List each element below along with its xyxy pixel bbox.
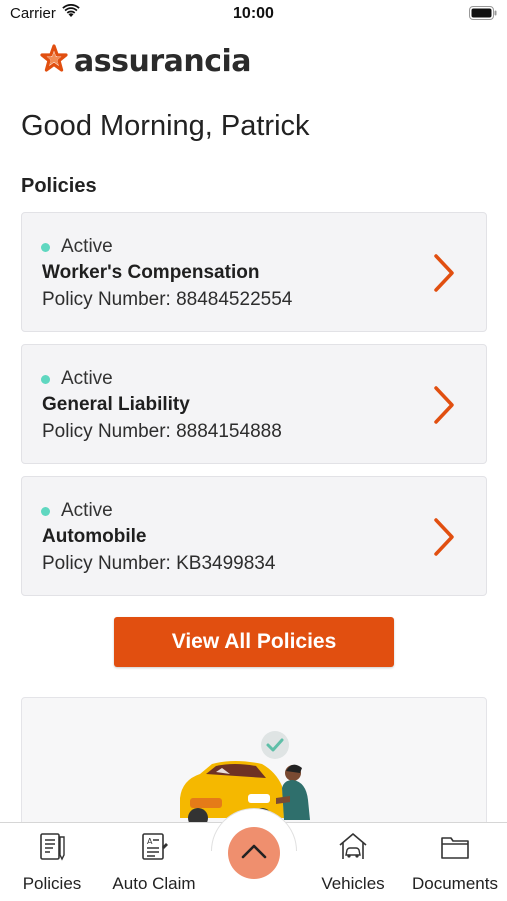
- active-status-dot-icon: [41, 242, 50, 252]
- tab-policies[interactable]: Policies: [18, 831, 86, 894]
- chevron-right-icon[interactable]: [432, 385, 456, 430]
- svg-text:A: A: [147, 837, 153, 846]
- tab-documents-label: Documents: [412, 874, 498, 893]
- policy-number: Policy Number: KB3499834: [42, 553, 276, 574]
- policy-status: Active: [41, 500, 113, 522]
- greeting-heading: Good Morning, Patrick: [21, 110, 310, 142]
- tab-policies-label: Policies: [22, 874, 82, 893]
- policies-section-title: Policies: [21, 175, 97, 197]
- status-bar: Carrier 10:00: [0, 0, 507, 30]
- expand-menu-button[interactable]: [228, 827, 280, 879]
- policy-name: Automobile: [42, 526, 147, 547]
- policy-list: Active Worker's Compensation Policy Numb…: [21, 212, 487, 608]
- battery-icon: [469, 6, 497, 25]
- vehicles-garage-icon: [316, 831, 390, 868]
- tab-vehicles[interactable]: Vehicles: [316, 831, 390, 894]
- policy-status-label: Active: [61, 500, 113, 521]
- active-status-dot-icon: [41, 506, 50, 516]
- view-all-policies-button[interactable]: View All Policies: [114, 617, 394, 667]
- policy-name: General Liability: [42, 394, 190, 415]
- auto-claim-form-icon: A: [106, 831, 202, 868]
- active-status-dot-icon: [41, 374, 50, 384]
- chevron-right-icon[interactable]: [432, 517, 456, 562]
- documents-folder-icon: [407, 831, 503, 868]
- chevron-up-icon: [241, 843, 267, 864]
- tab-documents[interactable]: Documents: [407, 831, 503, 894]
- policy-status: Active: [41, 236, 113, 258]
- status-time: 10:00: [233, 5, 274, 22]
- policy-status-label: Active: [61, 236, 113, 257]
- tab-auto-claim-label: Auto Claim: [112, 874, 196, 893]
- policy-card-workers-compensation[interactable]: Active Worker's Compensation Policy Numb…: [21, 212, 487, 332]
- policy-status: Active: [41, 368, 113, 390]
- chevron-right-icon[interactable]: [432, 253, 456, 298]
- tab-auto-claim[interactable]: A Auto Claim: [106, 831, 202, 894]
- brand-name: assurancia: [74, 43, 252, 79]
- policy-number: Policy Number: 8884154888: [42, 421, 282, 442]
- policy-card-general-liability[interactable]: Active General Liability Policy Number: …: [21, 344, 487, 464]
- star-logo-icon: [40, 43, 68, 79]
- policy-status-label: Active: [61, 368, 113, 389]
- policy-card-automobile[interactable]: Active Automobile Policy Number: KB34998…: [21, 476, 487, 596]
- brand-logo: assurancia: [40, 43, 252, 79]
- policy-number: Policy Number: 88484522554: [42, 289, 293, 310]
- tab-vehicles-label: Vehicles: [321, 874, 385, 893]
- policies-document-icon: [18, 831, 86, 868]
- policy-name: Worker's Compensation: [42, 262, 260, 283]
